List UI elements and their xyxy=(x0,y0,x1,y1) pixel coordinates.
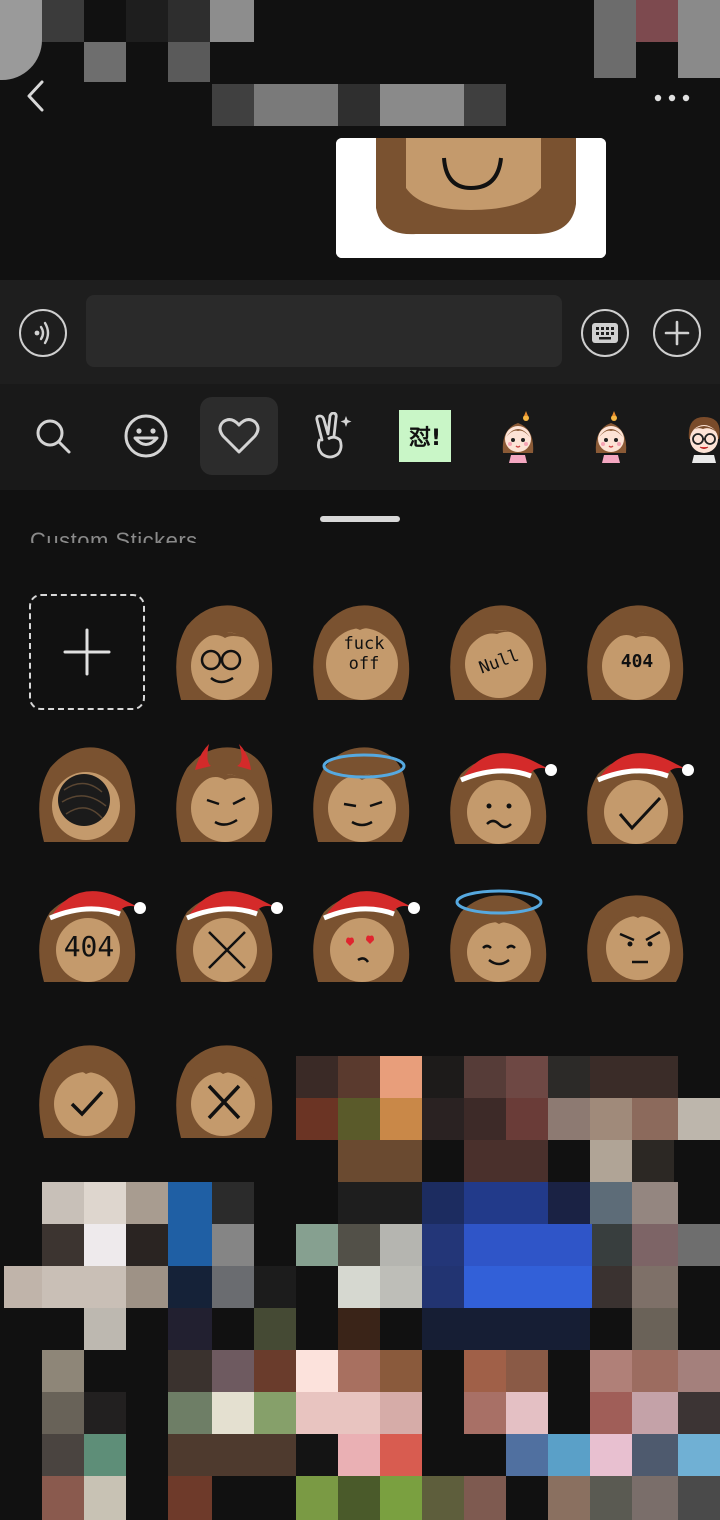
voice-icon xyxy=(34,321,50,345)
sticker-image xyxy=(176,891,283,982)
sticker-devil[interactable] xyxy=(165,736,285,856)
tab-dui-pack[interactable]: 怼! xyxy=(386,397,464,475)
sticker-image xyxy=(39,747,136,842)
pixelated-sticker-region xyxy=(0,1050,720,1520)
message-input[interactable] xyxy=(86,295,562,367)
sticker-santa-worried[interactable] xyxy=(439,736,559,856)
sticker-caption: fuck off xyxy=(343,634,385,674)
add-sticker-button[interactable] xyxy=(29,594,145,710)
more-dots-icon xyxy=(654,94,690,102)
sticker-404[interactable]: 404 xyxy=(576,594,696,714)
sticker-santa-404[interactable]: 404 xyxy=(28,874,148,994)
chat-history xyxy=(0,0,720,280)
sticker-fuck-off[interactable]: fuck off xyxy=(302,594,422,714)
chat-screen: 怼! Custom Stickers fuck off Null 404 404 xyxy=(0,0,720,1520)
more-functions-button[interactable] xyxy=(653,309,701,357)
tab-gestures[interactable] xyxy=(293,397,371,475)
sticker-image xyxy=(313,747,410,842)
tab-favorites[interactable] xyxy=(200,397,278,475)
sent-sticker-message[interactable] xyxy=(336,138,606,258)
sticker-santa-cross[interactable] xyxy=(165,874,285,994)
sticker-image xyxy=(176,605,273,700)
sticker-image xyxy=(176,744,273,842)
emoji-icon xyxy=(124,414,168,458)
sticker-panel: Custom Stickers fuck off Null 404 404 xyxy=(0,490,720,1520)
sticker-image xyxy=(450,889,547,982)
sticker-angel-smile[interactable] xyxy=(439,874,559,994)
more-options-button[interactable] xyxy=(644,78,700,118)
sticker-angry[interactable] xyxy=(576,874,696,994)
message-input-bar xyxy=(0,280,720,384)
plus-icon xyxy=(664,320,690,346)
tab-search[interactable] xyxy=(14,397,92,475)
sticker-angel-halo[interactable] xyxy=(302,736,422,856)
girl-sticker-pack-icon xyxy=(502,411,534,463)
section-title: Custom Stickers xyxy=(30,530,198,543)
tab-girl-pack-1[interactable] xyxy=(479,397,557,475)
pixelated-header xyxy=(0,0,720,130)
plus-icon xyxy=(63,628,111,676)
victory-hand-icon xyxy=(315,412,352,459)
sticker-image xyxy=(313,891,420,982)
panel-drag-handle[interactable] xyxy=(320,516,400,522)
glasses-boy-sticker-pack-icon xyxy=(688,417,720,463)
keyboard-button[interactable] xyxy=(581,309,629,357)
sticker-santa-check[interactable] xyxy=(576,736,696,856)
sticker-image xyxy=(450,753,557,844)
chevron-left-icon xyxy=(27,80,44,112)
sticker-ooo-face[interactable] xyxy=(165,594,285,714)
sticker-image xyxy=(336,138,606,258)
sticker-scribble-face[interactable] xyxy=(28,736,148,856)
sticker-category-tabs: 怼! xyxy=(0,384,720,490)
tab-glasses-boy-pack[interactable] xyxy=(665,397,720,475)
voice-input-button[interactable] xyxy=(19,309,67,357)
sticker-caption: 404 xyxy=(63,930,115,963)
sticker-image xyxy=(587,895,684,982)
keyboard-icon xyxy=(592,323,618,343)
sticker-santa-heart-eyes[interactable] xyxy=(302,874,422,994)
dui-sticker-label: 怼! xyxy=(408,426,442,451)
tab-emoji[interactable] xyxy=(107,397,185,475)
sticker-image xyxy=(587,753,694,844)
sticker-null[interactable]: Null xyxy=(439,594,559,714)
sticker-caption: 404 xyxy=(620,651,654,672)
dui-sticker-pack-icon: 怼! xyxy=(399,410,451,462)
girl-sticker-pack-icon xyxy=(595,411,627,463)
back-button[interactable] xyxy=(14,72,58,120)
search-icon xyxy=(36,419,71,454)
tab-girl-pack-2[interactable] xyxy=(572,397,650,475)
heart-icon xyxy=(218,418,260,454)
